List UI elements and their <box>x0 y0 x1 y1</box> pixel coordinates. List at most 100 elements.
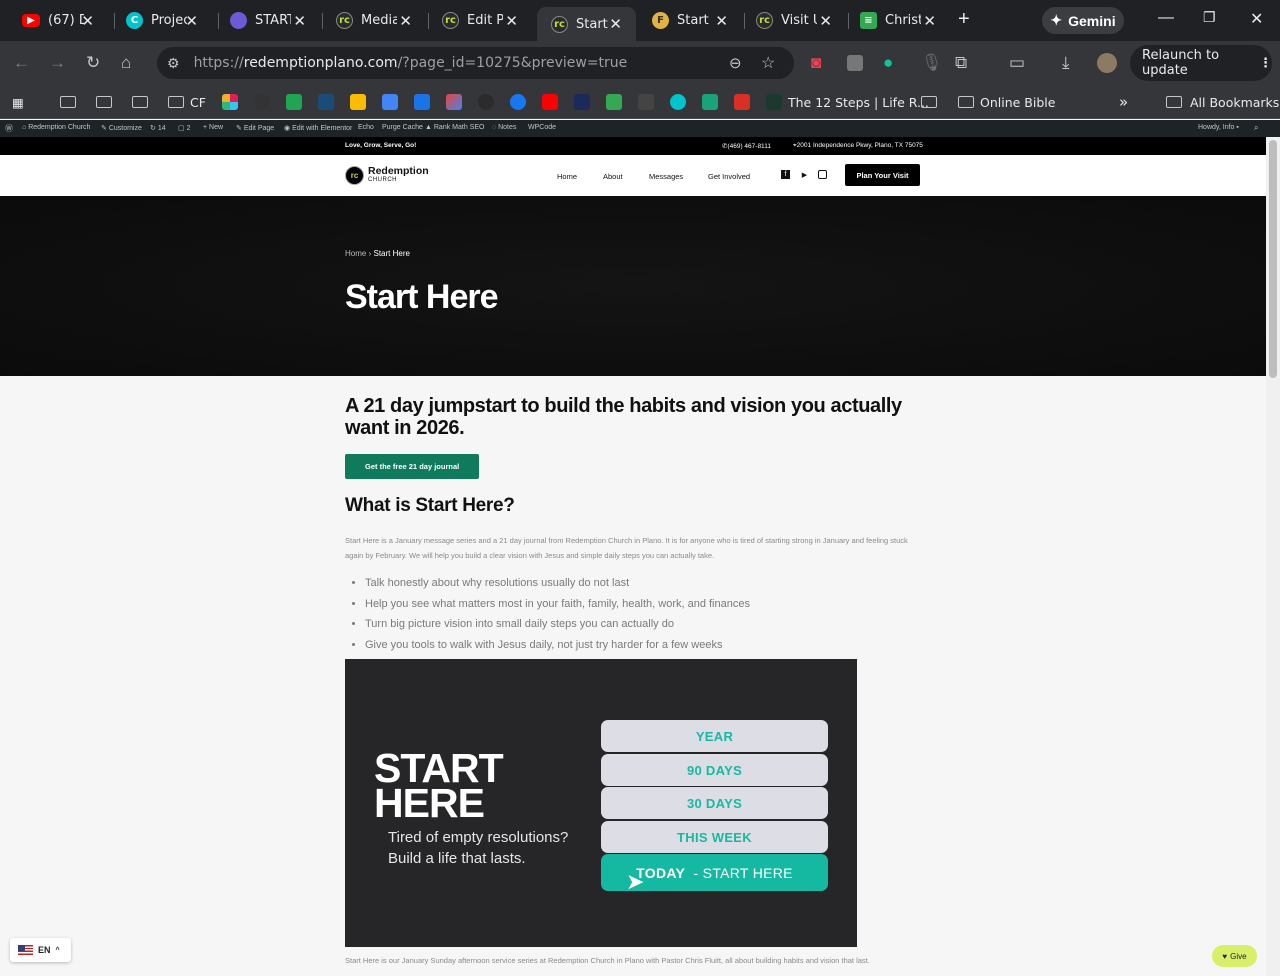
bookmark-headphones[interactable] <box>702 93 724 111</box>
bookmark-green-app[interactable] <box>286 93 308 111</box>
bookmark-docs[interactable] <box>382 93 404 111</box>
tab-visit[interactable]: rc Visit U ✕ <box>742 6 846 35</box>
forward-arrow-icon[interactable]: → <box>49 53 66 73</box>
relaunch-button[interactable]: Relaunch to update ⋮ <box>1130 45 1272 81</box>
bookmark-calendar[interactable] <box>414 93 436 111</box>
nav-messages[interactable]: Messages <box>649 172 683 181</box>
tab-start-here-2[interactable]: F Start H ✕ <box>638 6 742 35</box>
close-icon[interactable]: ✕ <box>715 12 728 30</box>
bookmark-folder-4[interactable] <box>921 93 937 111</box>
home-icon[interactable]: ⌂ <box>121 53 131 73</box>
nav-get-involved[interactable]: Get Involved <box>708 172 750 181</box>
bookmark-redemption[interactable] <box>478 93 500 111</box>
wp-updates[interactable]: ↻ 14 <box>150 124 166 132</box>
wp-site-link[interactable]: ⌂ Redemption Church <box>22 124 90 131</box>
bookmark-dw[interactable] <box>638 93 660 111</box>
bookmark-folder-1[interactable] <box>60 93 76 111</box>
site-logo[interactable]: rc Redemption CHURCH <box>345 165 429 185</box>
youtube-icon[interactable]: ▶ <box>800 170 809 179</box>
bookmark-gmail[interactable] <box>446 93 468 111</box>
wp-rank-math[interactable]: ▲ Rank Math SEO <box>425 124 484 131</box>
tab-media[interactable]: rc Media ✕ <box>322 6 426 35</box>
profile-avatar[interactable] <box>1097 53 1117 73</box>
download-icon[interactable]: ⤓ <box>1062 53 1070 73</box>
close-icon[interactable]: ✕ <box>185 12 198 30</box>
all-bookmarks[interactable]: All Bookmarks <box>1166 93 1279 111</box>
wp-search-icon[interactable]: ⌕ <box>1254 123 1258 133</box>
language-switcher[interactable]: EN ^ <box>10 938 71 962</box>
gemini-button[interactable]: ✦ Gemini <box>1042 7 1124 34</box>
tab-projects[interactable]: C Projec ✕ <box>112 6 212 35</box>
wp-edit-page[interactable]: ✎ Edit Page <box>236 124 274 132</box>
page-scrollbar[interactable] <box>1266 137 1280 976</box>
wp-comments[interactable]: ▢ 2 <box>178 124 190 132</box>
close-icon[interactable]: ✕ <box>923 12 936 30</box>
restore-icon[interactable]: ❐ <box>1203 9 1216 26</box>
bookmark-red-app[interactable] <box>734 93 756 111</box>
grammarly-icon[interactable]: ● <box>883 53 893 73</box>
bookmark-folder-cf[interactable]: CF <box>168 93 206 111</box>
wp-purge-cache[interactable]: Purge Cache <box>382 124 423 131</box>
kebab-menu-icon[interactable]: ⋮ <box>1259 56 1272 71</box>
address-bar[interactable]: ⚙ https://redemptionplano.com/?page_id=1… <box>157 47 794 79</box>
window-close-icon[interactable]: ✕ <box>1250 9 1263 29</box>
tab-edit-page[interactable]: rc Edit Pa ✕ <box>428 6 532 35</box>
extension-icon[interactable] <box>847 55 863 71</box>
close-icon[interactable]: ✕ <box>609 15 622 33</box>
close-icon[interactable]: ✕ <box>505 12 518 30</box>
bookmark-12-steps[interactable]: The 12 Steps | Life R... <box>766 93 929 111</box>
instagram-icon[interactable] <box>818 170 827 179</box>
minimize-icon[interactable]: — <box>1158 9 1174 27</box>
bookmark-facebook[interactable] <box>510 93 532 111</box>
url-text[interactable]: https://redemptionplano.com/?page_id=102… <box>194 55 628 71</box>
close-icon[interactable]: ✕ <box>819 12 832 30</box>
nav-home[interactable]: Home <box>557 172 577 181</box>
zoom-icon[interactable]: ⊖ <box>729 54 742 72</box>
tab-start-here-active[interactable]: rc Start H ✕ <box>537 7 636 41</box>
bookmark-slack[interactable] <box>222 93 244 111</box>
more-bookmarks-icon[interactable]: » <box>1119 93 1128 111</box>
wp-elementor[interactable]: ◉ Edit with Elementor <box>284 124 352 132</box>
bookmark-keep[interactable] <box>350 93 372 111</box>
tab-youtube[interactable]: ▶ (67) D ✕ <box>8 6 108 35</box>
bookmark-canva[interactable] <box>670 93 692 111</box>
pocket-icon[interactable]: ◙ <box>811 53 821 73</box>
reload-icon[interactable]: ↻ <box>86 53 100 73</box>
bookmark-folder-2[interactable] <box>96 93 112 111</box>
bookmark-star-icon[interactable]: ☆ <box>761 53 775 73</box>
plan-your-visit-button[interactable]: Plan Your Visit <box>845 164 920 186</box>
bookmark-blue-app[interactable] <box>318 93 340 111</box>
give-button[interactable]: ♥ Give <box>1212 945 1257 967</box>
wp-new[interactable]: + New <box>203 124 223 131</box>
extensions-puzzle-icon[interactable]: ⧉ <box>955 53 967 73</box>
wp-echo[interactable]: Echo <box>358 124 374 131</box>
close-icon[interactable]: ✕ <box>399 12 412 30</box>
site-settings-icon[interactable]: ⚙ <box>167 55 180 72</box>
bookmark-gloo[interactable] <box>254 93 276 111</box>
tab-christ[interactable]: ≡ Christ ✕ <box>846 6 950 35</box>
close-icon[interactable]: ✕ <box>293 12 306 30</box>
scrollbar-thumb[interactable] <box>1269 140 1277 378</box>
phone-link[interactable]: ✆(469) 467-8111 <box>722 142 771 150</box>
breadcrumb-home[interactable]: Home <box>345 249 366 258</box>
wp-howdy[interactable]: Howdy, Info ▪ <box>1198 124 1239 131</box>
bookmark-youtube[interactable] <box>542 93 564 111</box>
bookmark-folder-3[interactable] <box>132 93 148 111</box>
wp-customize[interactable]: ✎ Customize <box>101 124 142 132</box>
tab-start[interactable]: START ✕ <box>216 6 320 35</box>
address-link[interactable]: ⌖2001 Independence Pkwy, Plano, TX 75075 <box>793 142 923 150</box>
close-icon[interactable]: ✕ <box>81 12 94 30</box>
get-journal-button[interactable]: Get the free 21 day journal <box>345 454 480 479</box>
back-arrow-icon[interactable]: ← <box>13 53 30 73</box>
apps-grid-icon[interactable]: ▦ <box>12 93 24 111</box>
wp-wpcode[interactable]: WPCode <box>528 124 556 131</box>
microphone-icon[interactable]: 🎙 <box>921 53 943 73</box>
nav-about[interactable]: About <box>603 172 623 181</box>
bookmark-sheets[interactable] <box>606 93 628 111</box>
wp-notes[interactable]: ◌ Notes <box>492 124 516 131</box>
wordpress-icon[interactable]: Ⓦ <box>5 123 13 134</box>
new-tab-button[interactable]: + <box>958 8 970 31</box>
bookmark-online-bible[interactable]: Online Bible <box>958 93 1055 111</box>
bookmark-ui[interactable] <box>574 93 596 111</box>
facebook-icon[interactable]: f <box>781 170 790 179</box>
